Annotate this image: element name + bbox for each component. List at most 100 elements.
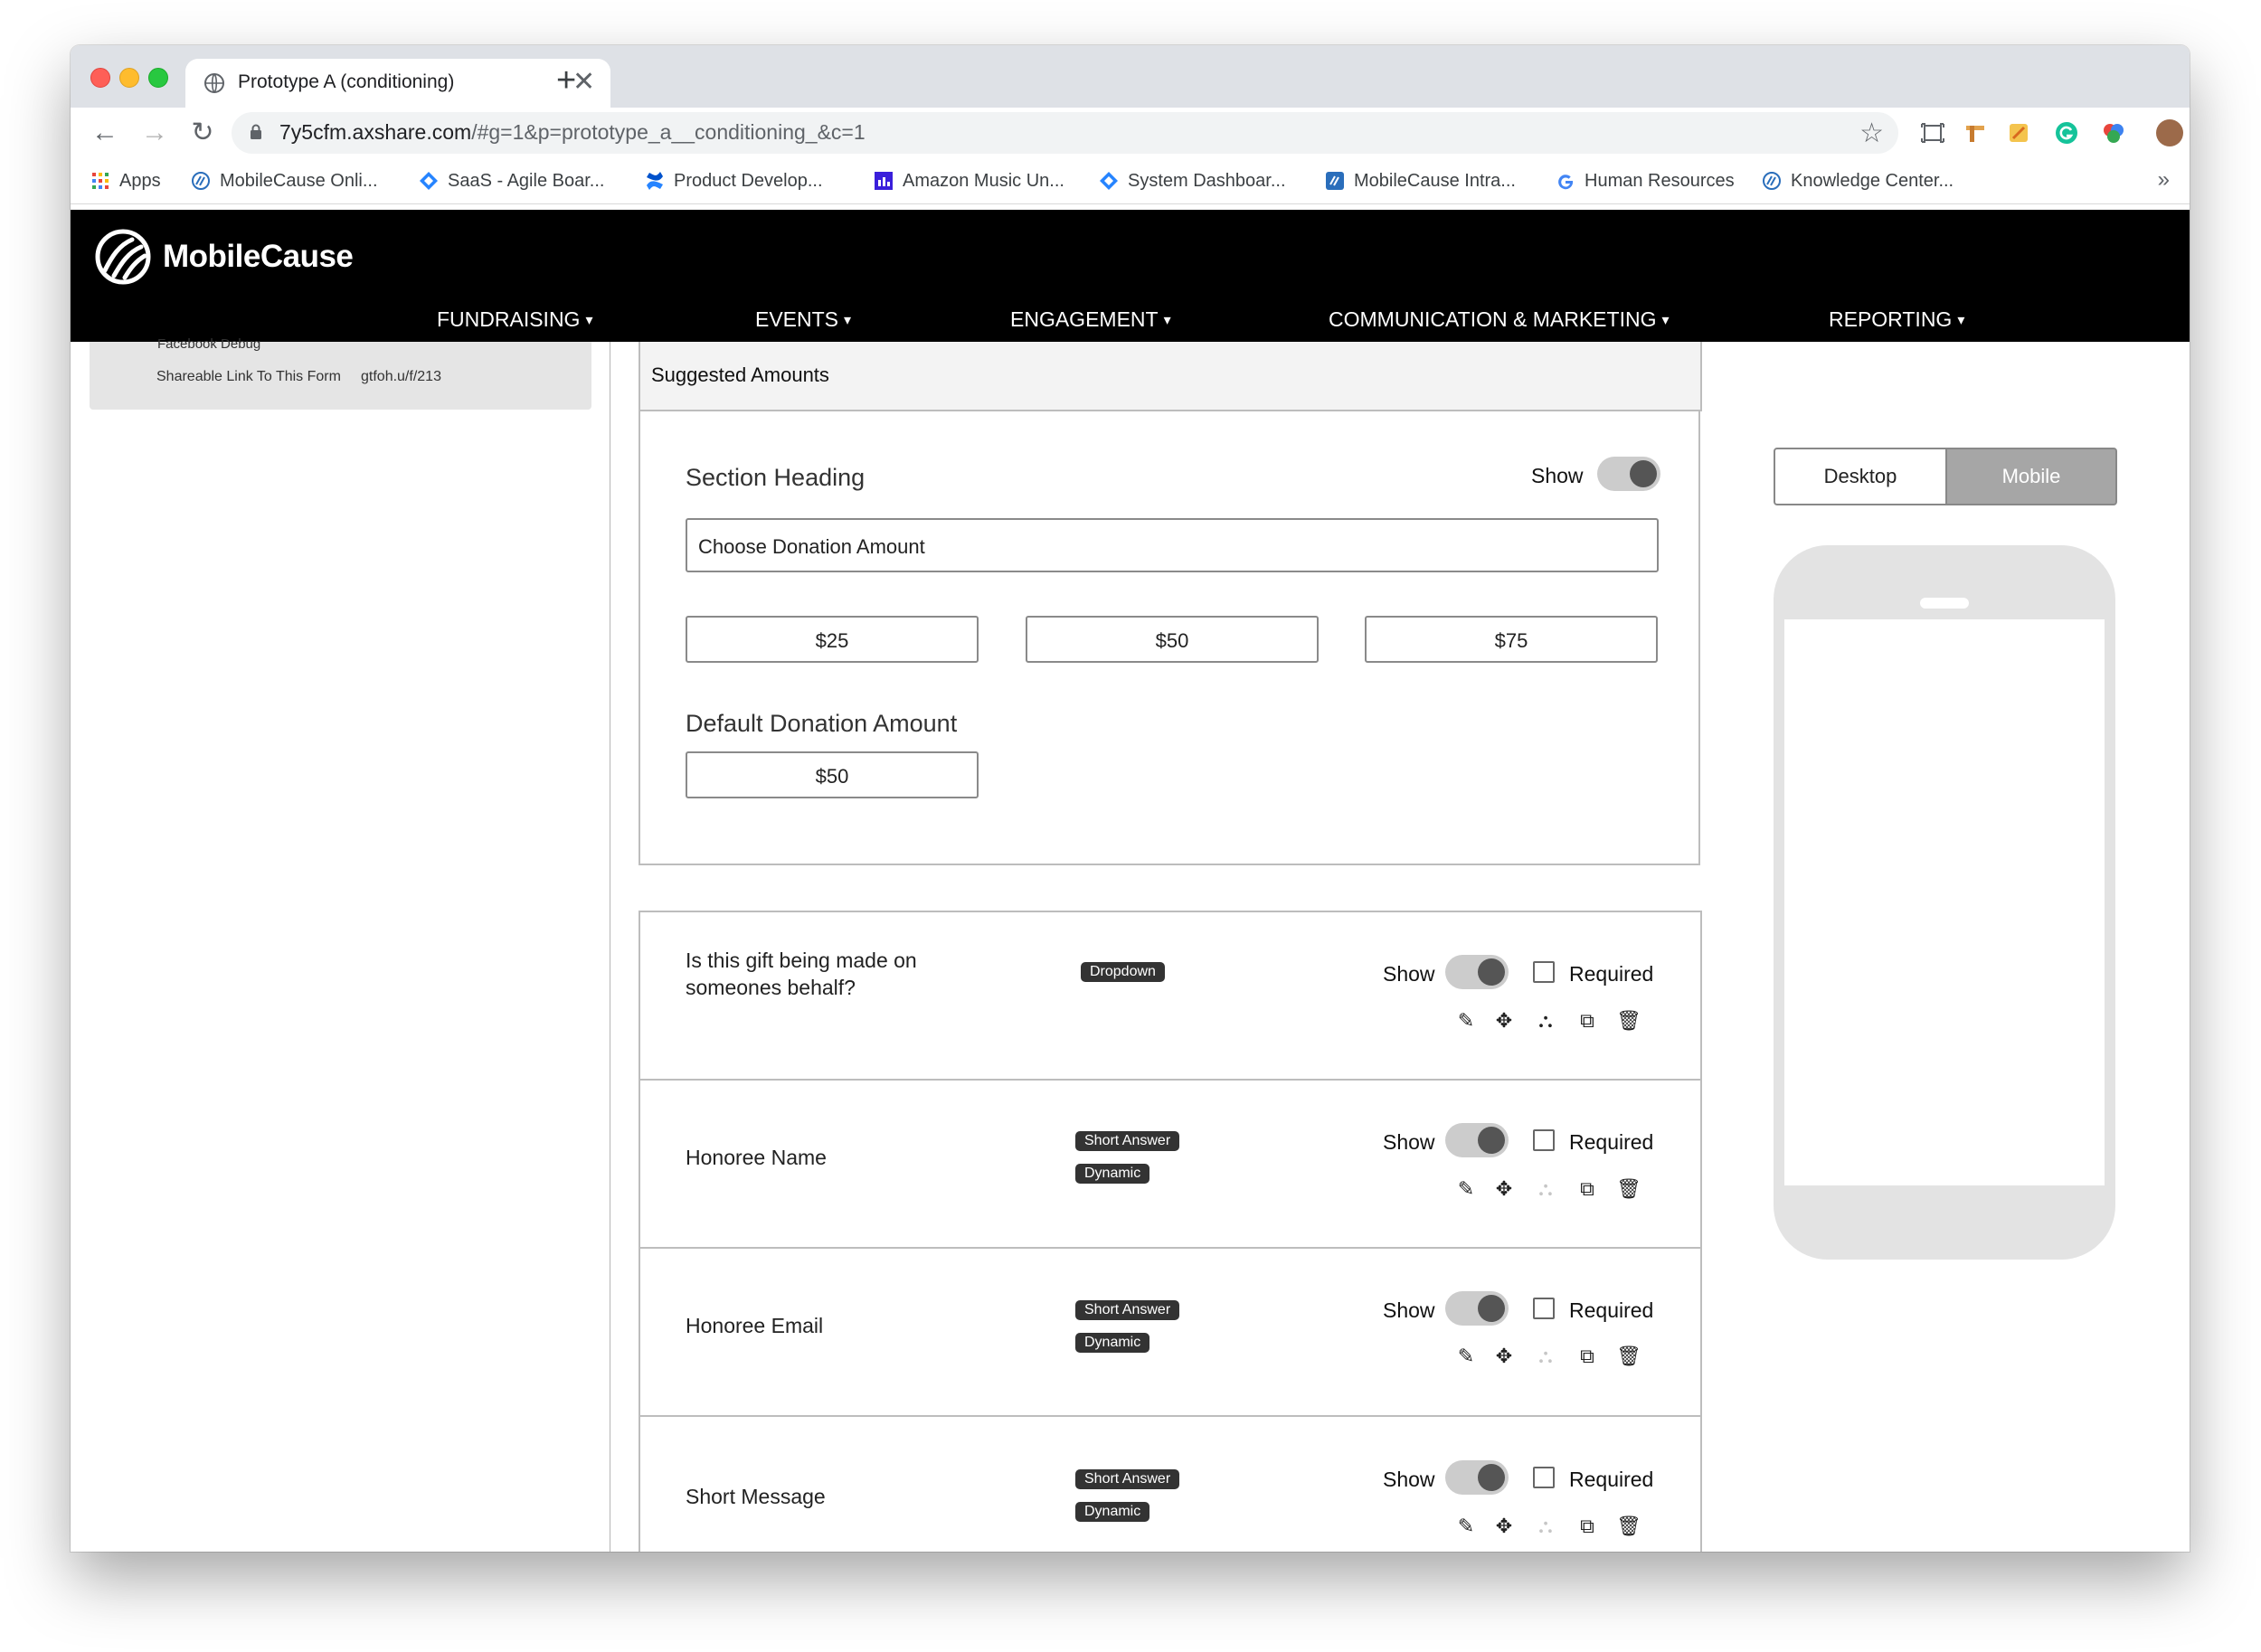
suggested-amounts-card: Section Heading Show Choose Donation Amo… <box>639 411 1700 865</box>
bookmark-amazon-music[interactable]: Amazon Music Un... <box>874 169 1064 193</box>
facebook-debug-link[interactable]: Facebook Debug <box>157 336 260 352</box>
bookmark-star-icon[interactable]: ☆ <box>1859 118 1884 149</box>
shareable-link-label: Shareable Link To This Form <box>156 369 341 384</box>
phone-mockup <box>1774 545 2115 1260</box>
browser-toolbar: ← → ↻ 7y5cfm.axshare.com/#g=1&p=prototyp… <box>71 108 2190 158</box>
mobilecause-logo[interactable]: MobileCause <box>92 229 354 285</box>
edit-icon[interactable]: ✎ <box>1454 1009 1478 1033</box>
hierarchy-icon: ⛬ <box>1538 1177 1553 1200</box>
move-icon[interactable]: ✥ <box>1492 1345 1516 1368</box>
default-amount-field[interactable]: $50 <box>686 751 979 798</box>
field-row: Short Message Short Answer Dynamic Show … <box>639 1415 1702 1552</box>
required-checkbox[interactable] <box>1533 1129 1555 1151</box>
section-heading-input[interactable]: Choose Donation Amount <box>686 518 1659 572</box>
field-title: Is this gift being made on someones beha… <box>686 949 917 999</box>
extension-ruler-icon[interactable] <box>1963 120 1988 146</box>
preview-panel: Desktop Mobile <box>1774 342 2117 1260</box>
browser-tab[interactable]: Prototype A (conditioning) ✕ <box>185 59 610 108</box>
grammarly-icon[interactable] <box>2054 120 2079 146</box>
desktop-preview-button[interactable]: Desktop <box>1774 448 1947 505</box>
edit-icon[interactable]: ✎ <box>1454 1177 1478 1201</box>
close-window-button[interactable] <box>90 68 110 88</box>
amount-value: $75 <box>1494 629 1528 652</box>
copy-icon[interactable]: ⧉ <box>1575 1345 1599 1368</box>
copy-icon[interactable]: ⧉ <box>1575 1009 1599 1033</box>
dynamic-badge: Dynamic <box>1075 1333 1150 1353</box>
url-path: /#g=1&p=prototype_a__conditioning_&c=1 <box>471 120 866 144</box>
bookmark-label: MobileCause Intra... <box>1354 170 1516 191</box>
bookmark-saas-agile[interactable]: SaaS - Agile Boar... <box>419 169 604 193</box>
move-icon[interactable]: ✥ <box>1492 1515 1516 1538</box>
section-heading-value: Choose Donation Amount <box>698 535 925 558</box>
bookmark-product-develop[interactable]: Product Develop... <box>645 169 823 193</box>
show-label: Show <box>1383 1298 1435 1322</box>
dynamic-badge: Dynamic <box>1075 1164 1150 1184</box>
nav-reporting[interactable]: REPORTING ▾ <box>1829 307 1964 332</box>
field-type-badge: Dropdown <box>1081 962 1165 982</box>
bookmark-mobilecause-intra[interactable]: MobileCause Intra... <box>1325 169 1516 193</box>
edit-icon[interactable]: ✎ <box>1454 1515 1478 1538</box>
new-tab-button[interactable]: + <box>556 63 576 98</box>
show-toggle[interactable] <box>1445 955 1509 989</box>
field-type-badge: Short Answer <box>1075 1300 1180 1320</box>
nav-events[interactable]: EVENTS ▾ <box>755 307 851 332</box>
required-checkbox[interactable] <box>1533 1298 1555 1319</box>
bookmark-label: Knowledge Center... <box>1791 170 1954 191</box>
bookmark-system-dashboard[interactable]: System Dashboar... <box>1099 169 1286 193</box>
hierarchy-icon: ⛬ <box>1538 1515 1553 1537</box>
screenshot-icon[interactable] <box>1920 120 1945 146</box>
show-toggle[interactable] <box>1445 1291 1509 1326</box>
required-label: Required <box>1569 1468 1654 1491</box>
confluence-icon <box>647 172 663 190</box>
shareable-link-value[interactable]: gtfoh.u/f/213 <box>361 369 441 385</box>
move-icon[interactable]: ✥ <box>1492 1009 1516 1033</box>
bookmark-apps[interactable]: Apps <box>90 169 161 193</box>
amount-field-2[interactable]: $50 <box>1026 616 1319 663</box>
maximize-window-button[interactable] <box>148 68 168 88</box>
bookmark-knowledge-center[interactable]: Knowledge Center... <box>1762 169 1954 193</box>
move-icon[interactable]: ✥ <box>1492 1177 1516 1201</box>
bookmark-label: System Dashboar... <box>1128 170 1286 191</box>
jira-diamond-icon <box>420 172 438 190</box>
show-toggle[interactable] <box>1597 457 1660 491</box>
amount-field-3[interactable]: $75 <box>1365 616 1658 663</box>
nav-communication-marketing[interactable]: COMMUNICATION & MARKETING ▾ <box>1329 307 1670 332</box>
bookmark-human-resources[interactable]: Human Resources <box>1556 169 1735 193</box>
chevron-down-icon: ▾ <box>1957 313 1965 328</box>
jira-diamond-icon <box>1100 172 1118 190</box>
show-toggle[interactable] <box>1445 1460 1509 1495</box>
forward-icon[interactable]: → <box>138 117 171 149</box>
bookmarks-overflow-icon[interactable]: » <box>2158 167 2170 193</box>
copy-icon[interactable]: ⧉ <box>1575 1515 1599 1538</box>
field-title: Honoree Name <box>686 1146 827 1169</box>
address-bar[interactable]: 7y5cfm.axshare.com/#g=1&p=prototype_a__c… <box>232 112 1898 154</box>
chevron-down-icon: ▾ <box>585 313 593 328</box>
edit-icon[interactable]: ✎ <box>1454 1345 1478 1368</box>
copy-icon[interactable]: ⧉ <box>1575 1177 1599 1201</box>
bookmark-label: SaaS - Agile Boar... <box>448 170 605 191</box>
trash-icon[interactable]: 🗑 <box>1616 1345 1641 1368</box>
trash-icon[interactable]: 🗑 <box>1616 1515 1641 1538</box>
section-header: Suggested Amounts <box>639 342 1702 411</box>
toggle-knob <box>1630 460 1657 487</box>
trash-icon[interactable]: 🗑 <box>1616 1177 1641 1201</box>
required-checkbox[interactable] <box>1533 1467 1555 1488</box>
amount-value: $50 <box>1155 629 1189 652</box>
reload-icon[interactable]: ↻ <box>186 117 219 149</box>
extension-marker-icon[interactable] <box>2006 120 2031 146</box>
hierarchy-icon[interactable]: ⛬ <box>1534 1009 1557 1033</box>
trash-icon[interactable]: 🗑 <box>1616 1009 1641 1033</box>
show-toggle[interactable] <box>1445 1123 1509 1157</box>
nav-engagement[interactable]: ENGAGEMENT ▾ <box>1010 307 1171 332</box>
color-extension-icon[interactable] <box>2101 120 2126 146</box>
amount-value: $50 <box>815 765 849 788</box>
minimize-window-button[interactable] <box>119 68 139 88</box>
nav-label: EVENTS <box>755 307 839 331</box>
profile-avatar[interactable] <box>2156 119 2183 146</box>
bookmark-mobilecause-online[interactable]: MobileCause Onli... <box>191 169 378 193</box>
required-checkbox[interactable] <box>1533 961 1555 983</box>
mobile-preview-button[interactable]: Mobile <box>1945 448 2117 505</box>
amount-field-1[interactable]: $25 <box>686 616 979 663</box>
nav-fundraising[interactable]: FUNDRAISING ▾ <box>437 307 592 332</box>
back-icon[interactable]: ← <box>89 117 121 149</box>
